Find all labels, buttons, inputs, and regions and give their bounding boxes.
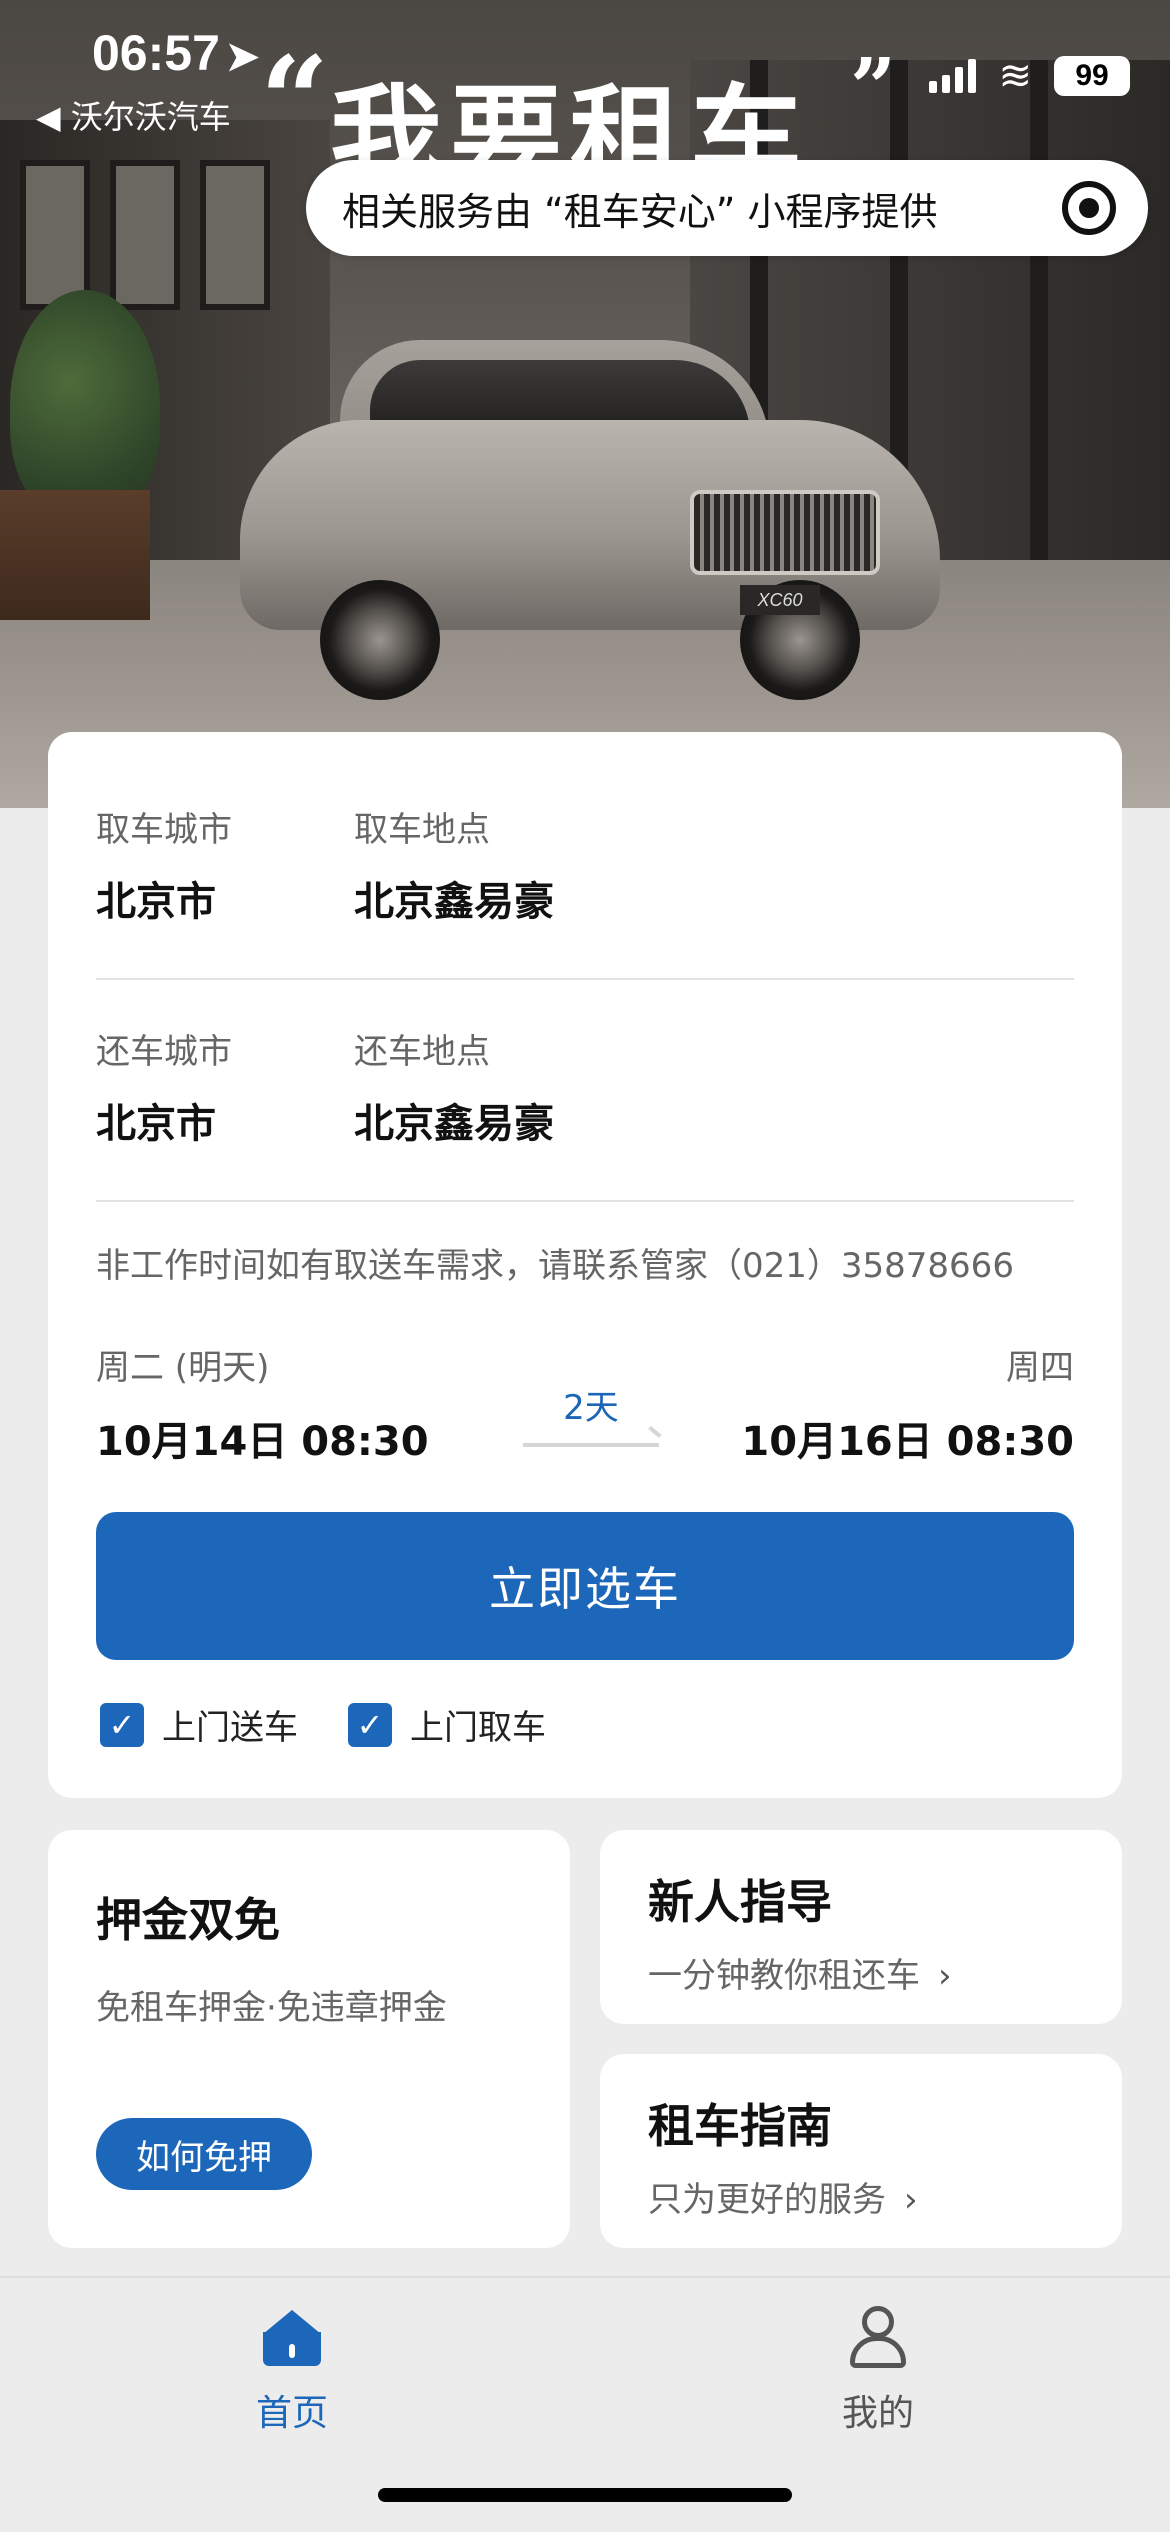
service-options: ✓ 上门送车 ✓ 上门取车 bbox=[100, 1700, 546, 1749]
cellular-signal-icon bbox=[929, 59, 977, 93]
handbook-subtitle-row: 只为更好的服务 › bbox=[648, 2172, 918, 2221]
pickup-service-label: 上门取车 bbox=[410, 1708, 546, 1748]
chevron-right-icon: › bbox=[904, 2180, 918, 2220]
mini-program-notice[interactable]: 相关服务由 “租车安心” 小程序提供 bbox=[306, 160, 1148, 256]
return-city-label: 还车城市 bbox=[96, 1032, 232, 1072]
tab-mine-label: 我的 bbox=[841, 2393, 914, 2434]
wifi-icon: ≋ bbox=[998, 53, 1032, 99]
return-location-value: 北京鑫易豪 bbox=[354, 1101, 554, 1147]
return-location-field[interactable]: 还车地点 北京鑫易豪 bbox=[354, 1024, 554, 1149]
newcomer-guide-card[interactable]: 新人指导 一分钟教你租还车 › bbox=[600, 1830, 1122, 2024]
pickup-city-value: 北京市 bbox=[96, 879, 216, 925]
time-text: 06:57 bbox=[92, 25, 220, 81]
after-hours-hint: 非工作时间如有取送车需求，请联系管家（021）35878666 bbox=[96, 1246, 1014, 1286]
return-row: 还车城市 北京市 还车地点 北京鑫易豪 bbox=[96, 1024, 1074, 1147]
checkbox-checked-icon: ✓ bbox=[348, 1702, 392, 1747]
start-weekday: 周二 (明天) bbox=[96, 1348, 270, 1388]
booking-card: 取车城市 北京市 取车地点 北京鑫易豪 还车城市 北京市 还车地点 北京鑫易豪 … bbox=[48, 732, 1122, 1798]
checkbox-checked-icon: ✓ bbox=[100, 1702, 144, 1747]
home-icon bbox=[263, 2310, 321, 2366]
record-target-icon[interactable] bbox=[1062, 181, 1116, 235]
start-datetime-field[interactable]: 周二 (明天) 10月14日 08:30 bbox=[96, 1340, 429, 1467]
deposit-free-card[interactable]: 押金双免 免租车押金·免违章押金 如何免押 bbox=[48, 1830, 570, 2248]
guide-title: 新人指导 bbox=[648, 1875, 832, 1929]
tab-mine[interactable]: 我的 bbox=[778, 2298, 978, 2436]
status-time: 06:57 ➤ bbox=[92, 24, 259, 82]
quote-open: “ bbox=[260, 30, 330, 171]
status-icons: ≋ 99 bbox=[929, 56, 1130, 96]
handbook-subtitle: 只为更好的服务 bbox=[648, 2180, 886, 2220]
chevron-right-icon: › bbox=[938, 1956, 952, 1996]
divider bbox=[96, 1200, 1074, 1202]
deposit-title: 押金双免 bbox=[96, 1893, 280, 1947]
back-to-app-link[interactable]: ◀ 沃尔沃汽车 bbox=[36, 92, 231, 138]
pickup-service-checkbox[interactable]: ✓ 上门取车 bbox=[348, 1700, 546, 1749]
plant bbox=[10, 290, 160, 520]
delivery-label: 上门送车 bbox=[162, 1708, 298, 1748]
deposit-subtitle: 免租车押金·免违章押金 bbox=[96, 1988, 447, 2028]
home-indicator bbox=[378, 2488, 792, 2502]
duration-indicator: 2天 bbox=[516, 1380, 666, 1447]
start-datetime: 10月14日 08:30 bbox=[96, 1419, 429, 1465]
return-location-label: 还车地点 bbox=[354, 1032, 490, 1072]
arrow-right-icon bbox=[523, 1443, 659, 1447]
pickup-row: 取车城市 北京市 取车地点 北京鑫易豪 bbox=[96, 802, 1074, 925]
user-icon bbox=[848, 2306, 908, 2370]
quote-close: ” bbox=[850, 40, 897, 134]
handbook-title: 租车指南 bbox=[648, 2099, 832, 2153]
divider bbox=[96, 978, 1074, 980]
delivery-checkbox[interactable]: ✓ 上门送车 bbox=[100, 1700, 298, 1749]
end-weekday: 周四 bbox=[1006, 1348, 1074, 1388]
notice-text: 相关服务由 “租车安心” 小程序提供 bbox=[342, 189, 938, 234]
pickup-city-field[interactable]: 取车城市 北京市 bbox=[96, 802, 232, 927]
tab-home[interactable]: 首页 bbox=[192, 2298, 392, 2436]
battery-icon: 99 bbox=[1054, 56, 1130, 96]
pickup-location-field[interactable]: 取车地点 北京鑫易豪 bbox=[354, 802, 554, 927]
rental-period: 周二 (明天) 10月14日 08:30 2天 周四 10月16日 08:30 bbox=[96, 1340, 1074, 1465]
pickup-location-label: 取车地点 bbox=[354, 810, 490, 850]
guide-subtitle: 一分钟教你租还车 bbox=[648, 1956, 920, 1996]
rental-guide-card[interactable]: 租车指南 只为更好的服务 › bbox=[600, 2054, 1122, 2248]
planter bbox=[0, 490, 150, 620]
duration-text: 2天 bbox=[563, 1388, 619, 1428]
car-image: XC60 bbox=[220, 330, 940, 710]
return-city-field[interactable]: 还车城市 北京市 bbox=[96, 1024, 232, 1149]
guide-subtitle-row: 一分钟教你租还车 › bbox=[648, 1948, 952, 1997]
pickup-location-value: 北京鑫易豪 bbox=[354, 879, 554, 925]
pickup-city-label: 取车城市 bbox=[96, 810, 232, 850]
how-to-waive-button[interactable]: 如何免押 bbox=[96, 2118, 312, 2190]
tab-home-label: 首页 bbox=[255, 2393, 328, 2434]
end-datetime: 10月16日 08:30 bbox=[741, 1419, 1074, 1465]
select-car-button[interactable]: 立即选车 bbox=[96, 1512, 1074, 1660]
return-city-value: 北京市 bbox=[96, 1101, 216, 1147]
end-datetime-field[interactable]: 周四 10月16日 08:30 bbox=[741, 1340, 1074, 1467]
location-arrow-icon: ➤ bbox=[225, 35, 260, 79]
